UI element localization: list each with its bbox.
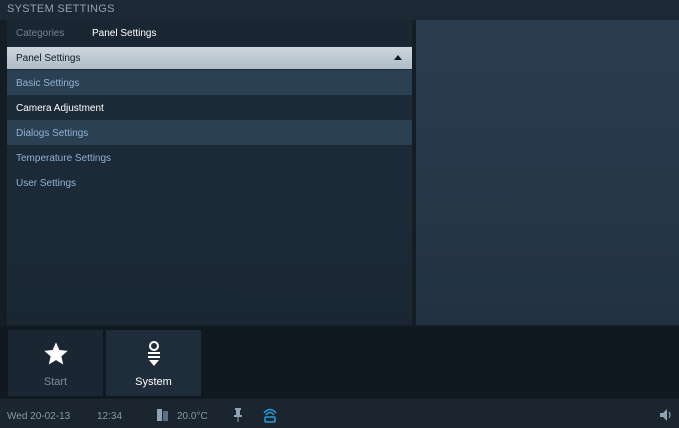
status-temperature: 20.0°C bbox=[177, 411, 208, 422]
thermometer-icon bbox=[156, 408, 170, 425]
settings-left-panel: Categories Panel Settings Panel Settings… bbox=[7, 20, 412, 325]
list-item-label: Temperature Settings bbox=[16, 153, 112, 164]
list-item-label: Camera Adjustment bbox=[16, 103, 104, 114]
list-item-basic-settings[interactable]: Basic Settings bbox=[7, 70, 412, 95]
start-label: Start bbox=[43, 376, 68, 388]
panel-settings-header-label: Panel Settings bbox=[16, 53, 81, 64]
status-time: 12:34 bbox=[97, 411, 123, 422]
list-item-dialogs-settings[interactable]: Dialogs Settings bbox=[7, 120, 412, 145]
list-item-user-settings[interactable]: User Settings bbox=[7, 170, 412, 195]
speaker-icon[interactable] bbox=[660, 409, 674, 424]
settings-list: Basic Settings Camera Adjustment Dialogs… bbox=[7, 70, 412, 195]
title-bar: SYSTEM SETTINGS bbox=[0, 0, 679, 20]
list-item-label: Basic Settings bbox=[16, 78, 80, 89]
breadcrumb: Categories Panel Settings bbox=[7, 20, 412, 46]
detail-panel bbox=[416, 20, 679, 325]
list-item-label: Dialogs Settings bbox=[16, 128, 89, 139]
app-title: SYSTEM SETTINGS bbox=[7, 3, 115, 15]
system-label: System bbox=[135, 376, 172, 388]
breadcrumb-categories[interactable]: Categories bbox=[16, 28, 64, 39]
system-icon bbox=[147, 341, 160, 366]
system-button[interactable]: System bbox=[106, 330, 201, 396]
bottom-dock: Start System bbox=[0, 327, 679, 398]
pin-icon[interactable] bbox=[233, 408, 243, 425]
start-button[interactable]: Start bbox=[8, 330, 103, 396]
list-item-camera-adjustment[interactable]: Camera Adjustment bbox=[7, 95, 412, 120]
panel-settings-header[interactable]: Panel Settings bbox=[7, 47, 412, 69]
status-bar: Wed 20-02-13 12:34 20.0°C bbox=[0, 399, 679, 428]
star-icon bbox=[43, 342, 68, 365]
list-item-label: User Settings bbox=[16, 178, 77, 189]
status-date: Wed 20-02-13 bbox=[7, 411, 71, 422]
network-icon[interactable] bbox=[262, 407, 278, 426]
breadcrumb-current: Panel Settings bbox=[92, 28, 157, 39]
list-item-temperature-settings[interactable]: Temperature Settings bbox=[7, 145, 412, 170]
caret-up-icon bbox=[394, 55, 402, 60]
